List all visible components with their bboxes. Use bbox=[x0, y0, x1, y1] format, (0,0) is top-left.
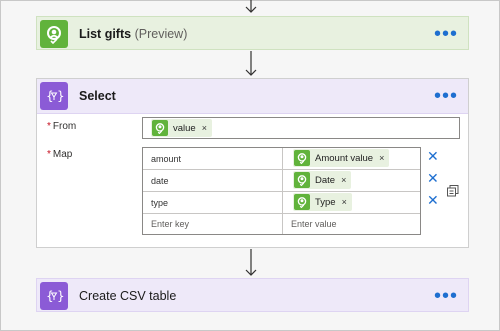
map-value-input[interactable]: Date × bbox=[283, 170, 420, 191]
from-label: * From bbox=[47, 121, 76, 132]
delete-row-icon[interactable]: ✕ bbox=[427, 171, 439, 185]
token-label: Type bbox=[315, 196, 336, 208]
from-label-text: From bbox=[52, 121, 77, 132]
map-table: amount Amount value × date Date × type T… bbox=[142, 147, 421, 235]
remove-token-icon[interactable]: × bbox=[379, 153, 384, 163]
more-options-icon[interactable]: ••• bbox=[434, 286, 458, 306]
person-check-icon bbox=[294, 150, 310, 166]
person-check-icon bbox=[294, 172, 310, 188]
token-label: Amount value bbox=[315, 152, 374, 164]
required-mark: * bbox=[47, 149, 51, 160]
person-check-icon bbox=[152, 120, 168, 136]
amount-value-token[interactable]: Amount value × bbox=[293, 149, 390, 167]
required-mark: * bbox=[47, 121, 51, 132]
more-options-icon[interactable]: ••• bbox=[434, 86, 458, 106]
date-token[interactable]: Date × bbox=[293, 171, 352, 189]
from-input[interactable]: value × bbox=[142, 117, 460, 139]
card-title: Create CSV table bbox=[79, 289, 177, 303]
map-key-input[interactable]: date bbox=[143, 170, 282, 191]
remove-token-icon[interactable]: × bbox=[342, 197, 347, 207]
map-label-text: Map bbox=[52, 149, 73, 160]
remove-token-icon[interactable]: × bbox=[202, 123, 207, 133]
connector-arrow-icon bbox=[245, 51, 257, 76]
create-csv-table-action-card[interactable]: { } Create CSV table ••• bbox=[36, 278, 469, 312]
value-token[interactable]: value × bbox=[151, 119, 212, 137]
delete-row-icon[interactable]: ✕ bbox=[427, 193, 439, 207]
svg-text:}: } bbox=[57, 89, 64, 103]
svg-text:{: { bbox=[46, 289, 54, 303]
map-label: * Map bbox=[47, 149, 72, 160]
select-action-card[interactable]: { } Select ••• * From value × * Map amount bbox=[36, 78, 469, 248]
new-key-input[interactable]: Enter key bbox=[143, 214, 282, 234]
delete-row-icon[interactable]: ✕ bbox=[427, 149, 439, 163]
person-check-icon bbox=[294, 194, 310, 210]
new-value-input[interactable]: Enter value bbox=[283, 214, 420, 234]
svg-text:}: } bbox=[57, 289, 64, 303]
connector-arrow-icon bbox=[245, 249, 257, 276]
map-value-input[interactable]: Amount value × bbox=[283, 148, 420, 169]
more-options-icon[interactable]: ••• bbox=[434, 24, 458, 44]
list-gifts-action-card[interactable]: List gifts (Preview) ••• bbox=[36, 16, 469, 50]
data-operation-icon: { } bbox=[40, 82, 68, 110]
type-token[interactable]: Type × bbox=[293, 193, 352, 211]
remove-token-icon[interactable]: × bbox=[341, 175, 346, 185]
map-key-input[interactable]: type bbox=[143, 192, 282, 213]
map-value-input[interactable]: Type × bbox=[283, 192, 420, 213]
person-check-icon bbox=[40, 20, 68, 48]
token-label: Date bbox=[315, 174, 336, 186]
connector-arrow-icon bbox=[245, 0, 257, 13]
card-title-text: List gifts bbox=[79, 27, 132, 41]
map-key-input[interactable]: amount bbox=[143, 148, 282, 169]
card-title: Select bbox=[79, 89, 116, 103]
token-label: value bbox=[173, 122, 196, 134]
switch-to-text-mode-icon[interactable] bbox=[447, 185, 459, 197]
svg-text:{: { bbox=[46, 89, 54, 103]
data-operation-icon: { } bbox=[40, 282, 68, 310]
card-title: List gifts (Preview) bbox=[79, 27, 187, 41]
preview-label: (Preview) bbox=[134, 27, 188, 41]
